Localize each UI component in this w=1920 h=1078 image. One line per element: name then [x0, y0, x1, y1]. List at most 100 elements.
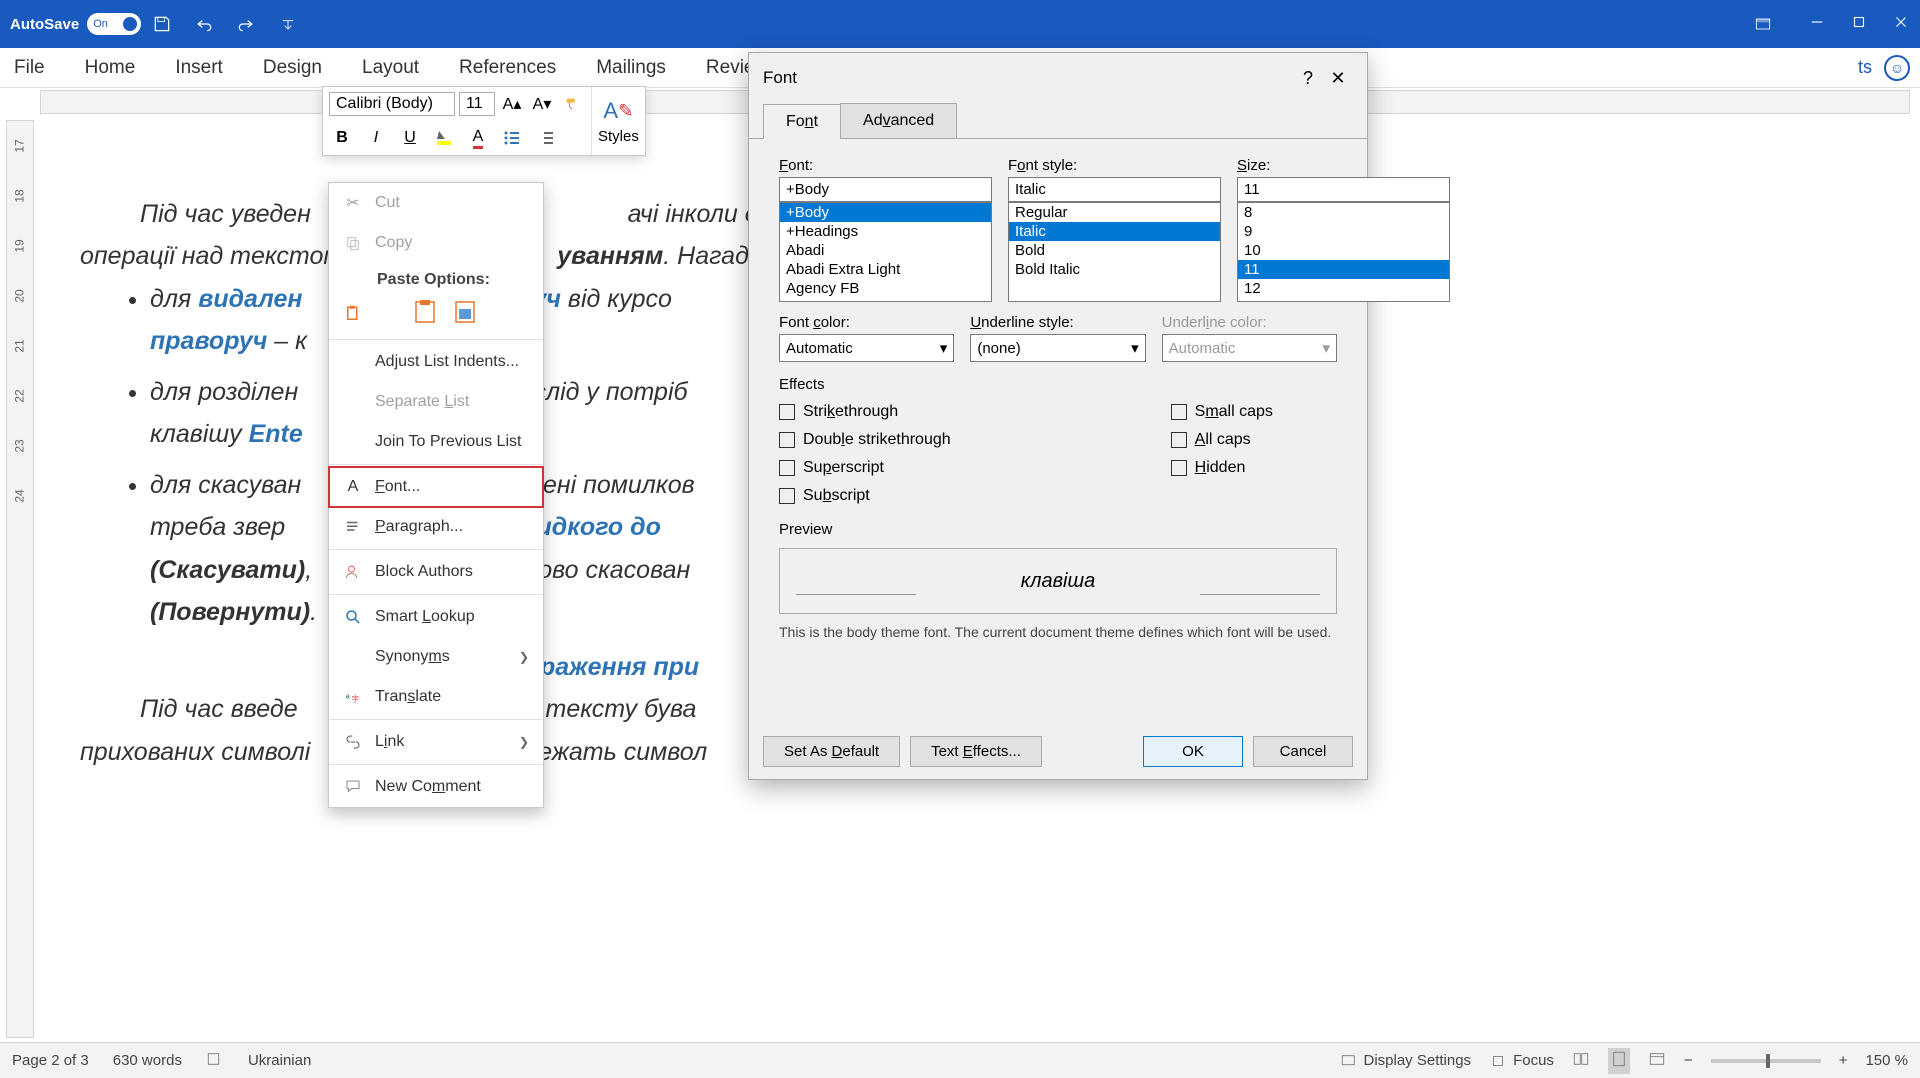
ctx-paragraph[interactable]: Paragraph... — [329, 507, 543, 547]
feedback-icon[interactable]: ☺ — [1884, 55, 1910, 81]
status-spellcheck-icon[interactable] — [206, 1050, 224, 1072]
dialog-close-button[interactable]: ✕ — [1323, 63, 1353, 93]
small-caps-checkbox[interactable]: Small caps — [1171, 403, 1273, 421]
block-authors-icon — [343, 562, 363, 582]
text-effects-button[interactable]: Text Effects... — [910, 736, 1042, 767]
strikethrough-checkbox[interactable]: Strikethrough — [779, 403, 951, 421]
paragraph-icon — [343, 517, 363, 537]
tab-layout[interactable]: Layout — [358, 57, 423, 79]
numbering-icon[interactable] — [533, 125, 559, 151]
dialog-tab-advanced[interactable]: Advanced — [840, 103, 957, 138]
font-size-input[interactable] — [1237, 177, 1450, 202]
underline-icon[interactable]: U — [397, 125, 423, 151]
superscript-checkbox[interactable]: Superscript — [779, 459, 951, 477]
cut-icon: ✂ — [343, 193, 363, 213]
svg-text:a: a — [346, 692, 351, 701]
redo-icon[interactable] — [235, 13, 257, 35]
all-caps-checkbox[interactable]: All caps — [1171, 431, 1273, 449]
ctx-block-authors[interactable]: Block Authors — [329, 552, 543, 592]
highlight-icon[interactable] — [431, 125, 457, 151]
paste-keep-source-icon[interactable] — [411, 297, 441, 327]
ctx-smart-lookup[interactable]: Smart Lookup — [329, 597, 543, 637]
zoom-level[interactable]: 150 % — [1865, 1052, 1908, 1069]
chevron-down-icon: ▾ — [940, 339, 948, 357]
ctx-link[interactable]: Link❯ — [329, 722, 543, 762]
font-name-input[interactable] — [779, 177, 992, 202]
cancel-button[interactable]: Cancel — [1253, 736, 1353, 767]
ctx-synonyms[interactable]: Synonyms❯ — [329, 637, 543, 677]
ctx-join-list[interactable]: Join To Previous List — [329, 422, 543, 462]
ribbon-display-icon[interactable] — [1752, 13, 1774, 35]
focus-mode-button[interactable]: Focus — [1489, 1052, 1554, 1070]
ctx-translate[interactable]: a字Translate — [329, 677, 543, 717]
font-style-input[interactable] — [1008, 177, 1221, 202]
bold-icon[interactable]: B — [329, 125, 355, 151]
shrink-font-icon[interactable]: A▾ — [529, 91, 555, 117]
status-language[interactable]: Ukrainian — [248, 1052, 311, 1069]
close-button[interactable] — [1892, 13, 1910, 36]
format-painter-icon[interactable] — [559, 91, 585, 117]
ctx-separate-list[interactable]: Separate List — [329, 382, 543, 422]
zoom-in-button[interactable]: + — [1839, 1052, 1848, 1069]
ctx-font[interactable]: AFont... — [329, 467, 543, 507]
status-words[interactable]: 630 words — [113, 1052, 182, 1069]
font-style-list[interactable]: Regular Italic Bold Bold Italic — [1008, 202, 1221, 302]
mini-styles[interactable]: Styles — [598, 128, 639, 145]
dialog-tab-font[interactable]: Font — [763, 104, 841, 139]
ctx-new-comment[interactable]: New Comment — [329, 767, 543, 807]
clear-format-icon[interactable]: A✎ — [603, 98, 633, 124]
font-name-list[interactable]: +Body +Headings Abadi Abadi Extra Light … — [779, 202, 992, 302]
bullets-icon[interactable] — [499, 125, 525, 151]
mini-font-size[interactable] — [459, 92, 495, 116]
ctx-adjust-list-indents[interactable]: Adjust List Indents... — [329, 342, 543, 382]
autosave-toggle[interactable]: On — [87, 13, 141, 35]
grow-font-icon[interactable]: A▴ — [499, 91, 525, 117]
font-icon: A — [343, 477, 363, 497]
ctx-paste-options-label: Paste Options: — [329, 263, 543, 291]
ok-button[interactable]: OK — [1143, 736, 1243, 767]
read-mode-icon[interactable] — [1572, 1050, 1590, 1072]
font-color-select[interactable]: Automatic▾ — [779, 334, 954, 362]
italic-icon[interactable]: I — [363, 125, 389, 151]
chevron-right-icon: ❯ — [519, 735, 529, 749]
zoom-out-button[interactable]: − — [1684, 1052, 1693, 1069]
chevron-down-icon: ▾ — [1131, 339, 1139, 357]
tab-insert[interactable]: Insert — [171, 57, 227, 79]
dialog-help-button[interactable]: ? — [1293, 63, 1323, 93]
tab-design[interactable]: Design — [259, 57, 326, 79]
subscript-checkbox[interactable]: Subscript — [779, 487, 951, 505]
display-settings-icon[interactable]: Display Settings — [1340, 1052, 1472, 1070]
truncated-tab[interactable]: ts — [1858, 57, 1872, 78]
font-color-icon[interactable]: A — [465, 125, 491, 151]
underline-color-select[interactable]: Automatic▾ — [1162, 334, 1337, 362]
web-layout-icon[interactable] — [1648, 1050, 1666, 1072]
font-dialog: Font ? ✕ Font Advanced Font: +Body +Head… — [748, 52, 1368, 780]
minimize-button[interactable] — [1808, 13, 1826, 36]
status-page[interactable]: Page 2 of 3 — [12, 1052, 89, 1069]
undo-icon[interactable] — [193, 13, 215, 35]
mini-font-name[interactable] — [329, 92, 455, 116]
maximize-button[interactable] — [1850, 13, 1868, 36]
print-layout-icon[interactable] — [1608, 1048, 1630, 1074]
ctx-copy[interactable]: Copy — [329, 223, 543, 263]
tab-mailings[interactable]: Mailings — [592, 57, 670, 79]
hidden-checkbox[interactable]: Hidden — [1171, 459, 1273, 477]
tab-references[interactable]: References — [455, 57, 560, 79]
double-strikethrough-checkbox[interactable]: Double strikethrough — [779, 431, 951, 449]
paste-picture-icon[interactable] — [451, 297, 481, 327]
save-icon[interactable] — [151, 13, 173, 35]
zoom-slider[interactable] — [1711, 1059, 1821, 1063]
customize-qat-icon[interactable] — [277, 13, 299, 35]
dialog-title: Font — [763, 68, 797, 88]
set-as-default-button[interactable]: Set As Default — [763, 736, 900, 767]
vertical-ruler[interactable]: 1718 1920 2122 2324 — [6, 120, 34, 1038]
preview-label: Preview — [779, 521, 1337, 538]
underline-style-select[interactable]: (none)▾ — [970, 334, 1145, 362]
tab-home[interactable]: Home — [81, 57, 140, 79]
font-size-list[interactable]: 8 9 10 11 12 — [1237, 202, 1450, 302]
preview-note: This is the body theme font. The current… — [779, 624, 1337, 640]
ctx-cut[interactable]: ✂Cut — [329, 183, 543, 223]
translate-icon: a字 — [343, 687, 363, 707]
tab-file[interactable]: File — [10, 57, 49, 79]
svg-text:字: 字 — [352, 694, 360, 704]
